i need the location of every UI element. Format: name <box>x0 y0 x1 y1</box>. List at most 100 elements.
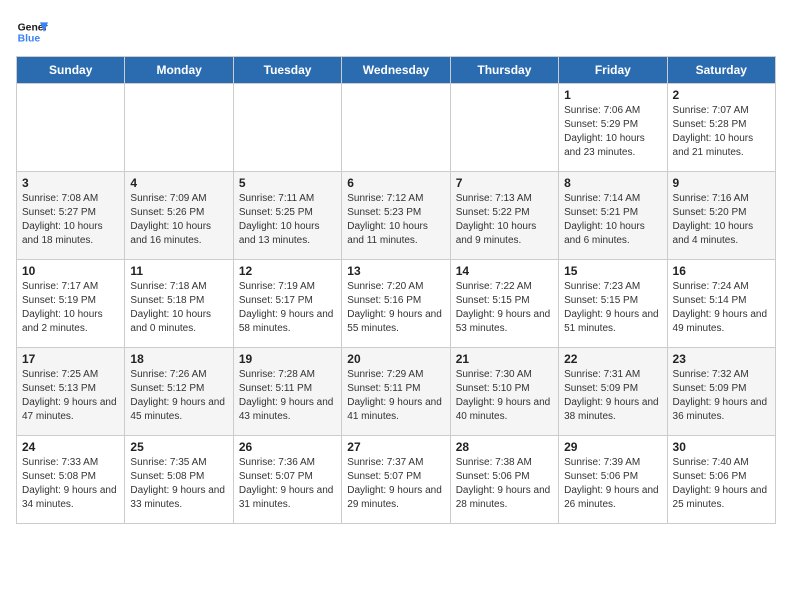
logo: General Blue <box>16 16 48 48</box>
calendar-cell: 17 Sunrise: 7:25 AM Sunset: 5:13 PM Dayli… <box>17 348 125 436</box>
calendar-cell: 25 Sunrise: 7:35 AM Sunset: 5:08 PM Dayli… <box>125 436 233 524</box>
day-header-monday: Monday <box>125 57 233 84</box>
day-number: 20 <box>347 352 444 366</box>
day-number: 9 <box>673 176 770 190</box>
calendar-cell: 24 Sunrise: 7:33 AM Sunset: 5:08 PM Dayli… <box>17 436 125 524</box>
day-number: 26 <box>239 440 336 454</box>
day-number: 11 <box>130 264 227 278</box>
day-number: 25 <box>130 440 227 454</box>
calendar-cell: 28 Sunrise: 7:38 AM Sunset: 5:06 PM Dayli… <box>450 436 558 524</box>
day-info: Sunrise: 7:20 AM Sunset: 5:16 PM Dayligh… <box>347 280 444 336</box>
day-number: 15 <box>564 264 661 278</box>
day-number: 1 <box>564 88 661 102</box>
day-number: 27 <box>347 440 444 454</box>
day-info: Sunrise: 7:16 AM Sunset: 5:20 PM Dayligh… <box>673 192 770 248</box>
calendar-cell: 27 Sunrise: 7:37 AM Sunset: 5:07 PM Dayli… <box>342 436 450 524</box>
day-info: Sunrise: 7:12 AM Sunset: 5:23 PM Dayligh… <box>347 192 444 248</box>
day-info: Sunrise: 7:28 AM Sunset: 5:11 PM Dayligh… <box>239 368 336 424</box>
day-info: Sunrise: 7:18 AM Sunset: 5:18 PM Dayligh… <box>130 280 227 336</box>
calendar-cell <box>450 84 558 172</box>
calendar-cell: 15 Sunrise: 7:23 AM Sunset: 5:15 PM Dayli… <box>559 260 667 348</box>
day-info: Sunrise: 7:23 AM Sunset: 5:15 PM Dayligh… <box>564 280 661 336</box>
day-info: Sunrise: 7:35 AM Sunset: 5:08 PM Dayligh… <box>130 456 227 512</box>
calendar-week-row: 10 Sunrise: 7:17 AM Sunset: 5:19 PM Dayli… <box>17 260 776 348</box>
calendar-cell: 9 Sunrise: 7:16 AM Sunset: 5:20 PM Daylig… <box>667 172 775 260</box>
day-info: Sunrise: 7:29 AM Sunset: 5:11 PM Dayligh… <box>347 368 444 424</box>
day-number: 14 <box>456 264 553 278</box>
calendar-cell: 4Sunrise: 7:09 AM Sunset: 5:26 PM Daylig… <box>125 172 233 260</box>
svg-text:Blue: Blue <box>18 34 41 45</box>
calendar-cell: 2 Sunrise: 7:07 AM Sunset: 5:28 PM Daylig… <box>667 84 775 172</box>
day-number: 12 <box>239 264 336 278</box>
day-number: 24 <box>22 440 119 454</box>
day-number: 16 <box>673 264 770 278</box>
day-number: 10 <box>22 264 119 278</box>
day-info: Sunrise: 7:33 AM Sunset: 5:08 PM Dayligh… <box>22 456 119 512</box>
calendar-cell: 22Sunrise: 7:31 AM Sunset: 5:09 PM Dayli… <box>559 348 667 436</box>
calendar-cell: 23 Sunrise: 7:32 AM Sunset: 5:09 PM Dayli… <box>667 348 775 436</box>
calendar-cell: 7Sunrise: 7:13 AM Sunset: 5:22 PM Daylig… <box>450 172 558 260</box>
day-info: Sunrise: 7:11 AM Sunset: 5:25 PM Dayligh… <box>239 192 336 248</box>
day-info: Sunrise: 7:40 AM Sunset: 5:06 PM Dayligh… <box>673 456 770 512</box>
day-info: Sunrise: 7:26 AM Sunset: 5:12 PM Dayligh… <box>130 368 227 424</box>
calendar-cell: 1Sunrise: 7:06 AM Sunset: 5:29 PM Daylig… <box>559 84 667 172</box>
calendar-cell: 16 Sunrise: 7:24 AM Sunset: 5:14 PM Dayli… <box>667 260 775 348</box>
day-info: Sunrise: 7:09 AM Sunset: 5:26 PM Dayligh… <box>130 192 227 248</box>
day-info: Sunrise: 7:38 AM Sunset: 5:06 PM Dayligh… <box>456 456 553 512</box>
day-info: Sunrise: 7:08 AM Sunset: 5:27 PM Dayligh… <box>22 192 119 248</box>
day-number: 8 <box>564 176 661 190</box>
calendar-cell <box>342 84 450 172</box>
day-number: 6 <box>347 176 444 190</box>
day-number: 30 <box>673 440 770 454</box>
day-number: 22 <box>564 352 661 366</box>
calendar-cell <box>17 84 125 172</box>
day-number: 21 <box>456 352 553 366</box>
calendar-cell: 10 Sunrise: 7:17 AM Sunset: 5:19 PM Dayli… <box>17 260 125 348</box>
calendar-cell: 5Sunrise: 7:11 AM Sunset: 5:25 PM Daylig… <box>233 172 341 260</box>
day-header-wednesday: Wednesday <box>342 57 450 84</box>
calendar-cell <box>125 84 233 172</box>
logo-icon: General Blue <box>16 16 48 48</box>
day-number: 18 <box>130 352 227 366</box>
calendar-week-row: 17 Sunrise: 7:25 AM Sunset: 5:13 PM Dayli… <box>17 348 776 436</box>
calendar-cell: 8 Sunrise: 7:14 AM Sunset: 5:21 PM Daylig… <box>559 172 667 260</box>
day-number: 17 <box>22 352 119 366</box>
calendar-cell: 3 Sunrise: 7:08 AM Sunset: 5:27 PM Daylig… <box>17 172 125 260</box>
day-header-thursday: Thursday <box>450 57 558 84</box>
calendar-cell: 18 Sunrise: 7:26 AM Sunset: 5:12 PM Dayli… <box>125 348 233 436</box>
day-number: 3 <box>22 176 119 190</box>
calendar-cell: 21 Sunrise: 7:30 AM Sunset: 5:10 PM Dayli… <box>450 348 558 436</box>
day-info: Sunrise: 7:14 AM Sunset: 5:21 PM Dayligh… <box>564 192 661 248</box>
day-header-saturday: Saturday <box>667 57 775 84</box>
day-number: 29 <box>564 440 661 454</box>
day-number: 28 <box>456 440 553 454</box>
calendar-table: SundayMondayTuesdayWednesdayThursdayFrid… <box>16 56 776 524</box>
day-info: Sunrise: 7:19 AM Sunset: 5:17 PM Dayligh… <box>239 280 336 336</box>
day-info: Sunrise: 7:30 AM Sunset: 5:10 PM Dayligh… <box>456 368 553 424</box>
calendar-cell <box>233 84 341 172</box>
day-number: 2 <box>673 88 770 102</box>
calendar-cell: 6 Sunrise: 7:12 AM Sunset: 5:23 PM Daylig… <box>342 172 450 260</box>
day-info: Sunrise: 7:36 AM Sunset: 5:07 PM Dayligh… <box>239 456 336 512</box>
day-header-sunday: Sunday <box>17 57 125 84</box>
calendar-cell: 26 Sunrise: 7:36 AM Sunset: 5:07 PM Dayli… <box>233 436 341 524</box>
day-info: Sunrise: 7:37 AM Sunset: 5:07 PM Dayligh… <box>347 456 444 512</box>
day-info: Sunrise: 7:25 AM Sunset: 5:13 PM Dayligh… <box>22 368 119 424</box>
day-header-friday: Friday <box>559 57 667 84</box>
calendar-header-row: SundayMondayTuesdayWednesdayThursdayFrid… <box>17 57 776 84</box>
day-info: Sunrise: 7:24 AM Sunset: 5:14 PM Dayligh… <box>673 280 770 336</box>
calendar-week-row: 3 Sunrise: 7:08 AM Sunset: 5:27 PM Daylig… <box>17 172 776 260</box>
calendar-cell: 14Sunrise: 7:22 AM Sunset: 5:15 PM Dayli… <box>450 260 558 348</box>
calendar-week-row: 1Sunrise: 7:06 AM Sunset: 5:29 PM Daylig… <box>17 84 776 172</box>
calendar-cell: 11 Sunrise: 7:18 AM Sunset: 5:18 PM Dayli… <box>125 260 233 348</box>
day-number: 13 <box>347 264 444 278</box>
day-number: 23 <box>673 352 770 366</box>
calendar-week-row: 24 Sunrise: 7:33 AM Sunset: 5:08 PM Dayli… <box>17 436 776 524</box>
day-info: Sunrise: 7:07 AM Sunset: 5:28 PM Dayligh… <box>673 104 770 160</box>
day-number: 7 <box>456 176 553 190</box>
calendar-cell: 20 Sunrise: 7:29 AM Sunset: 5:11 PM Dayli… <box>342 348 450 436</box>
calendar-cell: 12 Sunrise: 7:19 AM Sunset: 5:17 PM Dayli… <box>233 260 341 348</box>
day-info: Sunrise: 7:17 AM Sunset: 5:19 PM Dayligh… <box>22 280 119 336</box>
day-header-tuesday: Tuesday <box>233 57 341 84</box>
day-info: Sunrise: 7:32 AM Sunset: 5:09 PM Dayligh… <box>673 368 770 424</box>
